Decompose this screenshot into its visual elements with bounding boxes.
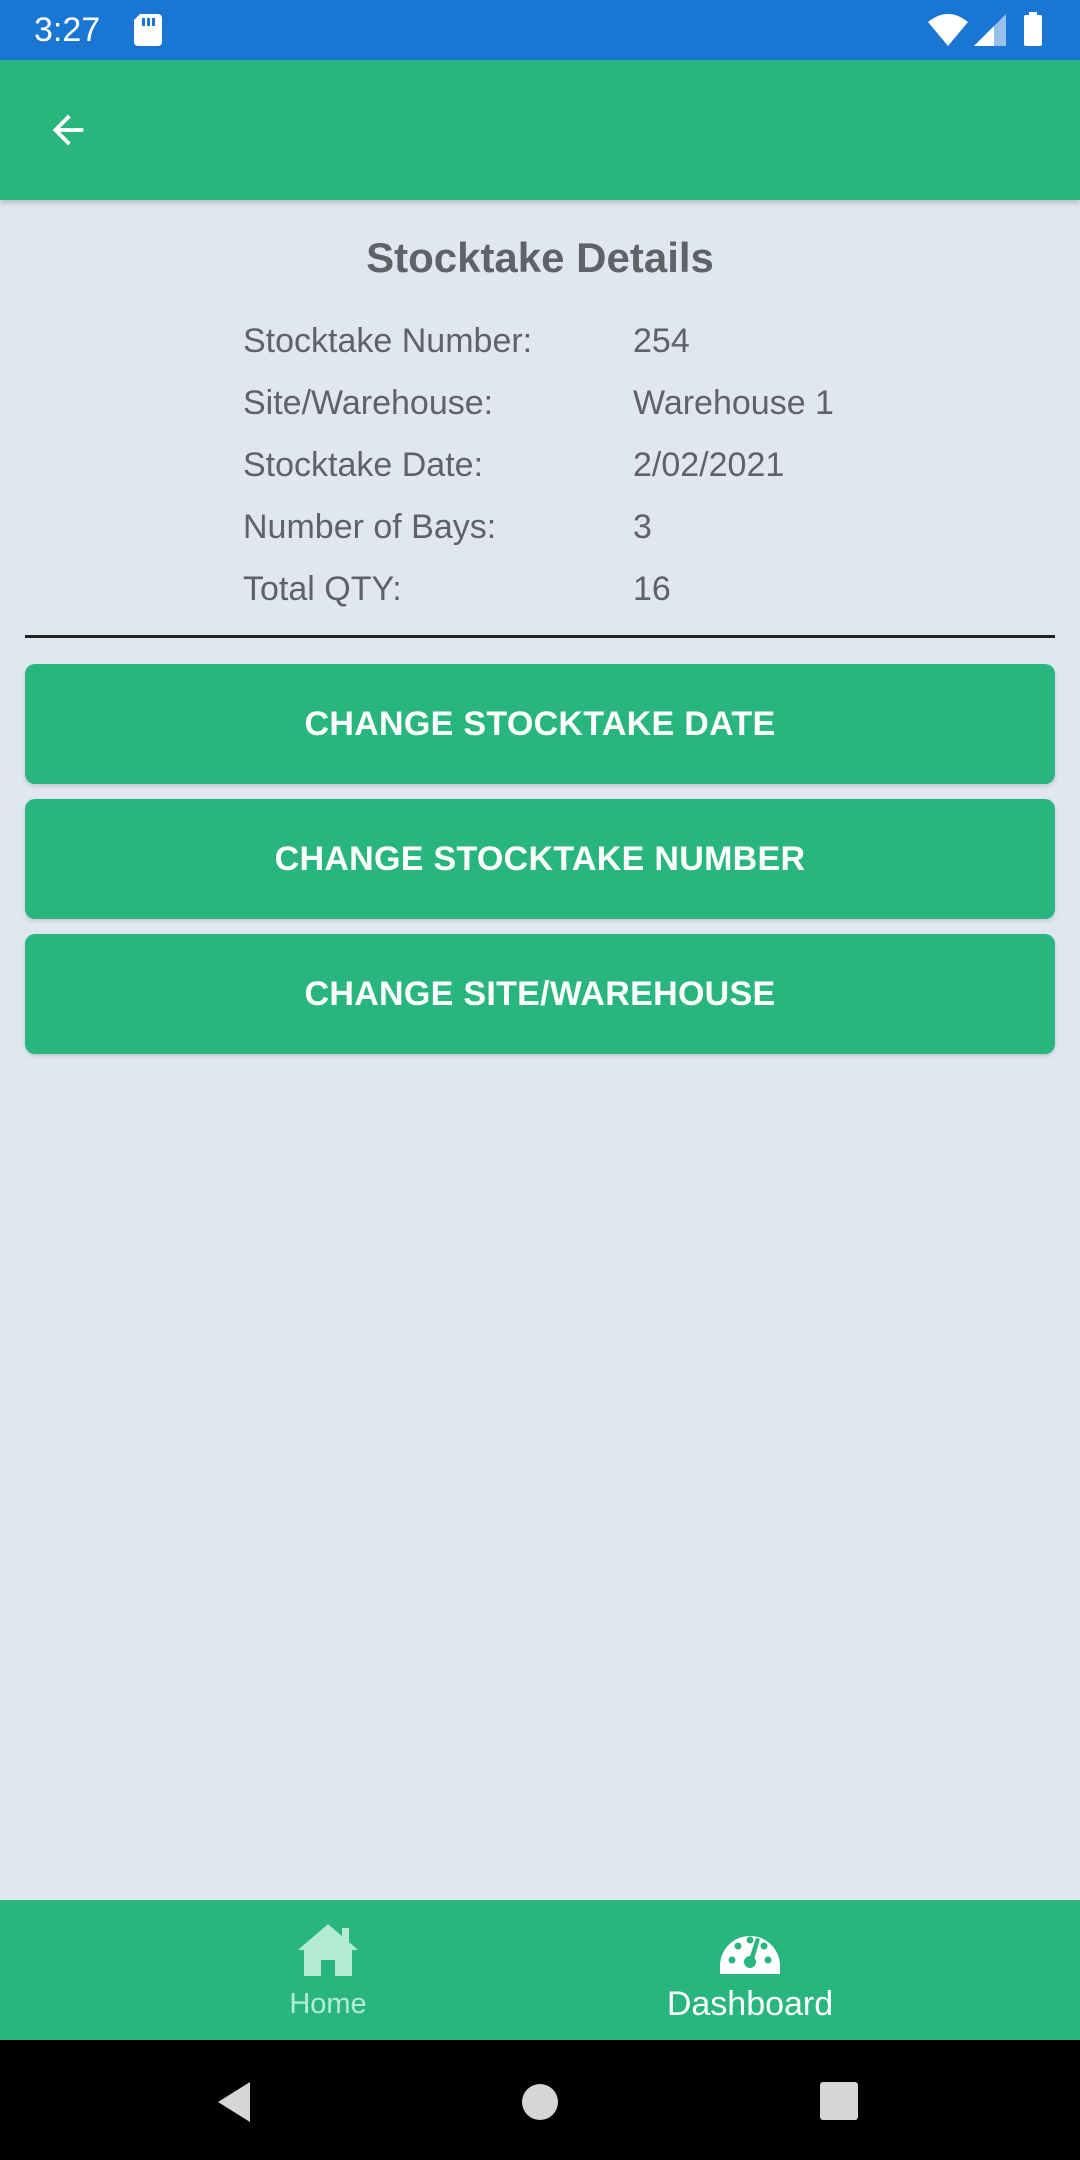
page-title: Stocktake Details — [366, 234, 714, 281]
detail-row-stocktake-date: Stocktake Date: 2/02/2021 — [243, 434, 943, 496]
bottom-navigation: Home Dashboard — [0, 1900, 1080, 2040]
detail-value: Warehouse 1 — [633, 384, 834, 422]
status-bar: 3:27 — [0, 0, 1080, 60]
arrow-back-icon — [52, 114, 84, 146]
change-site-warehouse-button[interactable]: CHANGE SITE/WAREHOUSE — [25, 934, 1055, 1054]
nav-label-dashboard: Dashboard — [666, 1985, 834, 2023]
app-bar — [0, 60, 1080, 200]
divider — [25, 635, 1055, 638]
nav-item-home[interactable]: Home — [178, 1900, 478, 2040]
detail-label: Number of Bays: — [243, 508, 497, 546]
cell-signal-icon — [974, 14, 1006, 46]
detail-value: 16 — [633, 570, 671, 608]
detail-value: 2/02/2021 — [633, 446, 785, 484]
detail-label: Stocktake Date: — [243, 446, 484, 484]
stocktake-details: Stocktake Number: 254 Site/Warehouse: Wa… — [243, 310, 943, 620]
detail-row-site-warehouse: Site/Warehouse: Warehouse 1 — [243, 372, 943, 434]
wifi-icon — [928, 14, 968, 46]
back-triangle-icon[interactable] — [214, 2080, 258, 2124]
home-circle-icon[interactable] — [518, 2080, 562, 2124]
detail-row-total-qty: Total QTY: 16 — [243, 558, 943, 620]
recents-square-icon[interactable] — [818, 2080, 862, 2124]
dashboard-gauge-icon — [720, 1936, 780, 1974]
screen: 3:27 Stocktake Details Stocktake Number:… — [0, 0, 1080, 2160]
battery-icon — [1024, 12, 1042, 46]
detail-value: 254 — [633, 322, 690, 360]
sd-card-icon — [134, 14, 162, 46]
back-button[interactable] — [30, 100, 106, 160]
detail-label: Stocktake Number: — [243, 322, 533, 360]
detail-row-number-of-bays: Number of Bays: 3 — [243, 496, 943, 558]
detail-label: Total QTY: — [243, 570, 402, 608]
nav-item-dashboard[interactable]: Dashboard — [600, 1900, 900, 2040]
change-stocktake-date-button[interactable]: CHANGE STOCKTAKE DATE — [25, 664, 1055, 784]
system-navigation-bar — [0, 2040, 1080, 2160]
detail-row-stocktake-number: Stocktake Number: 254 — [243, 310, 943, 372]
status-time: 3:27 — [34, 11, 101, 49]
home-icon — [298, 1924, 358, 1976]
nav-label-home: Home — [289, 1988, 367, 2020]
detail-value: 3 — [633, 508, 652, 546]
change-stocktake-number-button[interactable]: CHANGE STOCKTAKE NUMBER — [25, 799, 1055, 919]
detail-label: Site/Warehouse: — [243, 384, 494, 422]
